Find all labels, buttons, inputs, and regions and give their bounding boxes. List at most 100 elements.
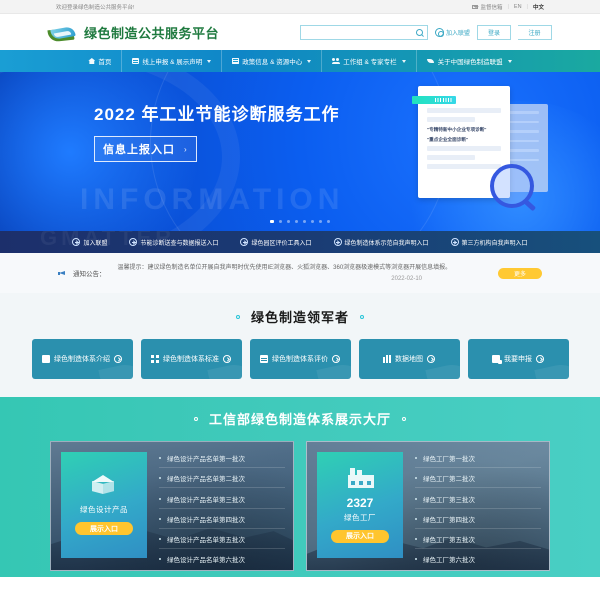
notice-bar: 通知公告： 温馨提示：建议绿色制造名单位开展自我声明时优先使用IE浏览器、火狐浏… (0, 253, 600, 293)
nav-item-home[interactable]: 首页 (78, 50, 121, 72)
list-item[interactable]: 绿色工厂第五批次 (415, 529, 541, 549)
quicklink-label: 绿色制造体系示范自我声明入口 (344, 240, 429, 247)
notice-more-button[interactable]: 更多 (498, 267, 542, 279)
panel-entry-button[interactable]: 展示入口 (75, 522, 133, 535)
card-data-map[interactable]: 数据地图 (358, 339, 460, 379)
list-item[interactable]: 绿色工厂第四批次 (415, 509, 541, 529)
document-line (427, 155, 475, 161)
list-item-label: 绿色工厂第二批次 (423, 476, 475, 484)
mailbox-link[interactable]: 监督信箱 (472, 3, 502, 11)
quicklink-label: 第三方机构自我声明入口 (461, 240, 528, 247)
showcase-section: 工信部绿色制造体系展示大厅 绿色设计产品 展示入口 绿色设计产品名单第一批次 绿… (0, 397, 600, 577)
panel-name: 绿色设计产品 (80, 505, 128, 514)
carousel-dot[interactable] (287, 220, 290, 223)
list-item-label: 绿色设计产品名单第一批次 (167, 456, 245, 464)
carousel-dot[interactable] (295, 220, 298, 223)
list-item[interactable]: 绿色工厂第三批次 (415, 488, 541, 509)
hero-watermark: INFORMATION (80, 183, 345, 216)
panel-badge: 2327 绿色工厂 展示入口 (317, 452, 403, 558)
list-item[interactable]: 绿色设计产品名单第二批次 (159, 468, 285, 489)
carousel-dot[interactable] (270, 220, 274, 223)
card-system-standards[interactable]: 绿色制造体系标准 (140, 339, 242, 379)
list-item-label: 绿色设计产品名单第五批次 (167, 536, 245, 544)
register-button[interactable]: 注册 (518, 24, 552, 40)
brand-logo[interactable]: 绿色制造公共服务平台 (47, 22, 219, 43)
arrow-right-circle-icon (536, 355, 544, 363)
site-header: 绿色制造公共服务平台 加入联盟 登录 注册 (0, 14, 600, 50)
quicklink-label: 加入联盟 (83, 240, 108, 247)
header-actions: 加入联盟 登录 注册 (299, 24, 552, 40)
carousel-dot[interactable] (319, 220, 322, 223)
grid-icon (151, 355, 159, 363)
list-item[interactable]: 绿色设计产品名单第一批次 (159, 448, 285, 469)
quicklink-join-alliance[interactable]: 加入联盟 (72, 238, 107, 247)
magnifier-icon (490, 164, 534, 208)
document-line (427, 108, 501, 113)
nav-item-about-alliance[interactable]: 关于中国绿色制造联盟 (415, 50, 522, 72)
chevron-down-icon (307, 59, 312, 63)
mailbox-label: 监督信箱 (480, 4, 503, 11)
nav-item-policy-resources[interactable]: 政策信息 & 资源中心 (221, 50, 321, 72)
form-icon (492, 355, 502, 364)
hero-cta-label: 信息上报入口 (103, 144, 175, 156)
quicklink-label: 绿色园区评价工具入口 (251, 240, 312, 247)
arrow-right-circle-icon (114, 355, 122, 363)
list-item[interactable]: 绿色设计产品名单第三批次 (159, 488, 285, 509)
nav-label: 线上申报 & 展示声明 (142, 59, 203, 66)
list-item-label: 绿色工厂第四批次 (423, 516, 475, 524)
panel-entry-button[interactable]: 展示入口 (331, 529, 389, 543)
hero-banner: INFORMATION 2022 年工业节能诊断服务工作 信息上报入口 › "专… (0, 72, 600, 231)
nav-item-workgroup-experts[interactable]: 工作组 & 专家专栏 (321, 50, 415, 72)
carousel-dot[interactable] (303, 220, 306, 223)
hero-illustration: "专精特新中小企业专项诊断" "重点企业全面诊断" (412, 86, 548, 208)
quicklink-energy-diagnosis[interactable]: 节能诊断送查与数据报送入口 (129, 238, 218, 247)
search-input[interactable] (304, 29, 416, 35)
card-apply[interactable]: 我要申报 (467, 339, 569, 379)
card-label: 我要申报 (504, 356, 532, 363)
decor-dot-icon (360, 314, 364, 319)
card-system-intro[interactable]: 绿色制造体系介绍 (31, 339, 133, 379)
list-item[interactable]: 绿色工厂第二批次 (415, 468, 541, 489)
carousel-dots (0, 220, 600, 223)
utility-links: 监督信箱 | EN | 中文 (472, 3, 544, 11)
lang-en-link[interactable]: EN (514, 4, 522, 10)
carousel-dot[interactable] (327, 220, 330, 223)
lang-cn-link[interactable]: 中文 (533, 3, 544, 11)
carousel-dot[interactable] (311, 220, 314, 223)
list-item[interactable]: 绿色设计产品名单第五批次 (159, 529, 285, 549)
panel-count: 2327 (346, 495, 374, 510)
list-item[interactable]: 绿色工厂第一批次 (415, 448, 541, 469)
document-tag (412, 96, 456, 104)
card-label: 绿色制造体系标准 (163, 356, 219, 363)
notice-text[interactable]: 温馨提示：建议绿色制造名单位开展自我声明时优先使用IE浏览器、火狐浏览器、360… (118, 264, 493, 274)
decor-dot-icon (193, 416, 198, 421)
quicklink-third-party-declaration[interactable]: 第三方机构自我声明入口 (450, 238, 528, 247)
quicklink-self-declaration[interactable]: 绿色制造体系示范自我声明入口 (333, 238, 429, 247)
card-system-evaluation[interactable]: 绿色制造体系评价 (249, 339, 351, 379)
panel-list: 绿色设计产品名单第一批次 绿色设计产品名单第二批次 绿色设计产品名单第三批次 绿… (147, 442, 293, 570)
nav-label: 关于中国绿色制造联盟 (437, 59, 503, 66)
nav-item-online-declaration[interactable]: 线上申报 & 展示声明 (121, 50, 221, 72)
welcome-text: 欢迎登录绿色制造公共服务平台! (56, 4, 135, 11)
carousel-dot[interactable] (279, 220, 282, 223)
login-button[interactable]: 登录 (477, 24, 511, 40)
arrow-circle-icon (129, 238, 138, 246)
list-item[interactable]: 绿色设计产品名单第四批次 (159, 509, 285, 529)
hero-cta-button[interactable]: 信息上报入口 › (94, 136, 197, 162)
list-item-label: 绿色工厂第六批次 (423, 557, 475, 565)
search-box[interactable] (299, 24, 428, 40)
card-label: 绿色制造体系评价 (272, 356, 328, 363)
list-item[interactable]: 绿色设计产品名单第六批次 (159, 549, 285, 568)
decor-dot-icon (235, 314, 240, 319)
leaf-icon (426, 58, 435, 64)
document-icon (132, 58, 140, 64)
join-alliance-link[interactable]: 加入联盟 (434, 27, 470, 37)
nav-label: 工作组 & 专家专栏 (343, 59, 397, 66)
list-item[interactable]: 绿色工厂第六批次 (415, 549, 541, 568)
book-icon (232, 58, 240, 64)
quicklink-green-park-tool[interactable]: 绿色园区评价工具入口 (240, 238, 312, 247)
document-line (427, 164, 501, 170)
leaders-title: 绿色制造领军者 (250, 310, 349, 325)
arrow-circle-icon (333, 238, 342, 246)
search-icon[interactable] (415, 28, 423, 36)
